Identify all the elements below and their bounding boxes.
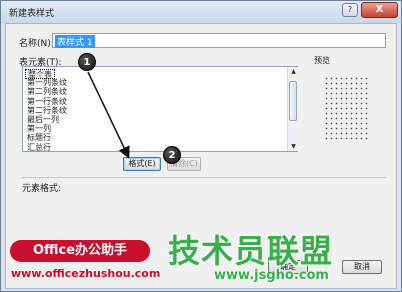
help-button[interactable]: ? (342, 3, 358, 17)
watermark-jsgho-url: www.jsgho.com (214, 268, 329, 283)
title-bar: 新建表样式 ? X (1, 1, 401, 23)
list-scrollbar[interactable]: ▲ ▼ (287, 67, 298, 151)
table-element-item[interactable]: 汇总行 (27, 143, 51, 153)
preview-area (314, 68, 380, 152)
scroll-thumb[interactable] (289, 81, 297, 121)
callout-number-1: 1 (78, 53, 96, 71)
preview-table-grid (324, 76, 370, 140)
table-elements-list[interactable]: ▲ ▼ 整个表 第一列条纹 第二列条纹 第一行条纹 第二行条纹 最后一列 第一列 标题行 汇总行 (22, 66, 298, 152)
watermark-jsgho-logo: 技术员联盟 (168, 232, 334, 270)
close-button[interactable]: X (361, 2, 398, 18)
watermark-office-url: www.officezhushou.com (11, 267, 161, 280)
section-divider (22, 177, 386, 178)
name-label: 名称(N): (19, 39, 54, 49)
name-value: 表样式 1 (55, 35, 95, 48)
dialog-title: 新建表样式 (9, 9, 55, 19)
callout-number-2: 2 (163, 146, 181, 164)
format-button[interactable]: 格式(E) (123, 157, 161, 171)
scroll-up-icon[interactable]: ▲ (290, 68, 297, 75)
scroll-down-icon[interactable]: ▼ (290, 143, 297, 150)
name-input[interactable]: 表样式 1 (52, 33, 386, 48)
watermark-office-logo: Office办公助手 (10, 240, 150, 262)
element-format-label: 元素格式: (22, 184, 62, 194)
preview-label: 预览 (314, 56, 330, 65)
cancel-button[interactable]: 取消 (342, 260, 382, 274)
